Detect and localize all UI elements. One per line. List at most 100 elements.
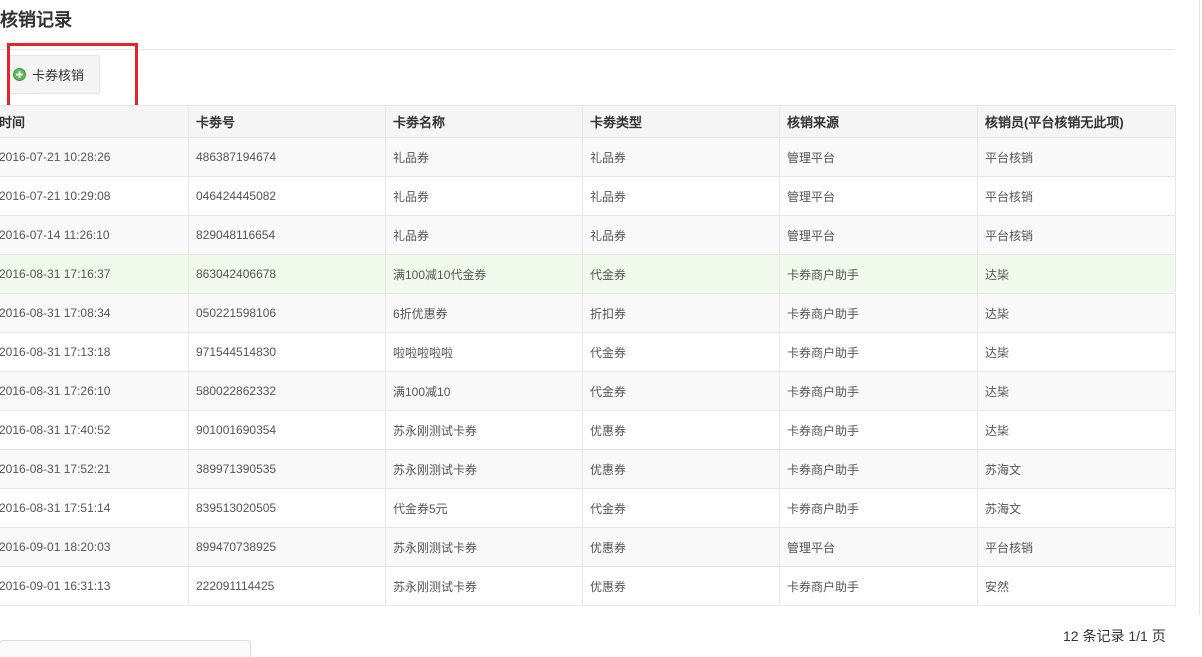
- cell-card-no: 829048116654: [188, 215, 386, 255]
- cell-source: 卡券商户助手: [779, 332, 978, 372]
- table-row[interactable]: 2016-08-31 17:08:34 050221598106 6折优惠券 折扣券卡…: [0, 293, 1176, 333]
- cell-card-name: 苏永刚测试卡券: [385, 410, 583, 450]
- cell-card-type: 代金券: [582, 371, 780, 411]
- cell-card-type: 礼品券: [582, 137, 780, 177]
- cell-source: 管理平台: [779, 137, 978, 177]
- cell-card-type: 礼品券: [582, 215, 780, 255]
- cell-card-name: 代金券5元: [385, 488, 583, 528]
- cell-operator: 苏海文: [977, 488, 1176, 528]
- table-row[interactable]: 2016-09-01 18:20:03 899470738925 苏永刚测试卡券 优惠…: [0, 527, 1176, 567]
- column-header-card-type[interactable]: 卡劵类型: [582, 105, 780, 138]
- cell-card-no: 389971390535: [188, 449, 386, 489]
- column-header-source[interactable]: 核销来源: [779, 105, 978, 138]
- cell-card-type: 代金券: [582, 488, 780, 528]
- table-row[interactable]: 2016-08-31 17:51:14 839513020505 代金券5元 代金券卡…: [0, 488, 1176, 528]
- cell-time: 2016-08-31 17:51:14: [0, 488, 189, 528]
- cell-operator: 平台核销: [977, 137, 1176, 177]
- cell-card-no: 222091114425: [188, 566, 386, 606]
- pagination-summary: 12 条记录 1/1 页: [1063, 628, 1166, 644]
- cell-time: 2016-08-31 17:52:21: [0, 449, 189, 489]
- table-row[interactable]: 2016-07-21 10:28:26 486387194674 礼品券 礼品券 管理平…: [0, 137, 1176, 177]
- table-row[interactable]: 2016-08-31 17:40:52 901001690354 苏永刚测试卡券 优惠…: [0, 410, 1176, 450]
- cell-time: 2016-08-31 17:16:37: [0, 254, 189, 294]
- cell-operator: 达枈: [977, 410, 1176, 450]
- table-row[interactable]: 2016-08-31 17:16:37 863042406678 满100减10代金…: [0, 254, 1176, 294]
- cell-time: 2016-09-01 18:20:03: [0, 527, 189, 567]
- cell-card-name: 满100减10: [385, 371, 583, 411]
- column-header-operator[interactable]: 核销员(平台核销无此项): [977, 105, 1176, 138]
- cell-time: 2016-07-21 10:29:08: [0, 176, 189, 216]
- cell-card-no: 050221598106: [188, 293, 386, 333]
- cell-operator: 苏海文: [977, 449, 1176, 489]
- cell-card-name: 苏永刚测试卡券: [385, 566, 583, 606]
- cell-card-name: 啦啦啦啦啦: [385, 332, 583, 372]
- cell-card-type: 代金券: [582, 254, 780, 294]
- column-header-card-no[interactable]: 卡劵号: [188, 105, 386, 138]
- cell-card-type: 礼品券: [582, 176, 780, 216]
- cell-card-name: 礼品券: [385, 215, 583, 255]
- table-row[interactable]: 2016-09-01 16:31:13 222091114425 苏永刚测试卡券 优惠…: [0, 566, 1176, 606]
- column-header-card-name[interactable]: 卡劵名称: [385, 105, 583, 138]
- cell-card-no: 580022862332: [188, 371, 386, 411]
- table-row[interactable]: 2016-08-31 17:13:18 971544514830 啦啦啦啦啦 代金券卡…: [0, 332, 1176, 372]
- plus-circle-icon: [13, 68, 26, 81]
- right-edge-divider: [1199, 0, 1200, 615]
- card-verify-button-label: 卡券核销: [32, 68, 85, 83]
- cell-card-no: 971544514830: [188, 332, 386, 372]
- cell-time: 2016-07-21 10:28:26: [0, 137, 189, 177]
- table-row[interactable]: 2016-07-21 10:29:08 046424445082 礼品券 礼品券 管理平…: [0, 176, 1176, 216]
- column-header-time[interactable]: 时间: [0, 105, 189, 138]
- cell-operator: 安然: [977, 566, 1176, 606]
- cell-operator: 平台核销: [977, 215, 1176, 255]
- cell-operator: 达枈: [977, 254, 1176, 294]
- card-verify-button[interactable]: 卡券核销: [8, 55, 100, 94]
- cell-card-type: 折扣券: [582, 293, 780, 333]
- cell-card-no: 486387194674: [188, 137, 386, 177]
- cell-card-name: 苏永刚测试卡券: [385, 527, 583, 567]
- cell-time: 2016-08-31 17:26:10: [0, 371, 189, 411]
- cell-time: 2016-08-31 17:13:18: [0, 332, 189, 372]
- table-row[interactable]: 2016-07-14 11:26:10 829048116654 礼品券 礼品券 管理平…: [0, 215, 1176, 255]
- table-header: 时间 卡劵号 卡劵名称 卡劵类型 核销来源 核销员(平台核销无此项): [0, 105, 1176, 138]
- cell-source: 管理平台: [779, 215, 978, 255]
- table-row[interactable]: 2016-08-31 17:26:10 580022862332 满100减10 代金…: [0, 371, 1176, 411]
- cell-card-type: 优惠券: [582, 566, 780, 606]
- cell-operator: 达枈: [977, 293, 1176, 333]
- cell-card-no: 863042406678: [188, 254, 386, 294]
- table-body: 2016-07-21 10:28:26 486387194674 礼品券 礼品券 管理平…: [0, 137, 1176, 606]
- cell-source: 卡券商户助手: [779, 410, 978, 450]
- cell-card-type: 优惠券: [582, 527, 780, 567]
- cell-card-no: 901001690354: [188, 410, 386, 450]
- table-row[interactable]: 2016-08-31 17:52:21 389971390535 苏永刚测试卡券 优惠…: [0, 449, 1176, 489]
- cell-card-name: 礼品券: [385, 137, 583, 177]
- cell-operator: 达枈: [977, 371, 1176, 411]
- page-title: 核销记录: [0, 10, 72, 30]
- table-header-row: 时间 卡劵号 卡劵名称 卡劵类型 核销来源 核销员(平台核销无此项): [0, 105, 1176, 138]
- cell-card-no: 839513020505: [188, 488, 386, 528]
- cell-time: 2016-09-01 16:31:13: [0, 566, 189, 606]
- cell-time: 2016-08-31 17:08:34: [0, 293, 189, 333]
- cell-source: 管理平台: [779, 527, 978, 567]
- cell-card-name: 苏永刚测试卡券: [385, 449, 583, 489]
- cell-operator: 达枈: [977, 332, 1176, 372]
- cell-source: 卡券商户助手: [779, 254, 978, 294]
- cell-time: 2016-08-31 17:40:52: [0, 410, 189, 450]
- cell-source: 卡券商户助手: [779, 371, 978, 411]
- cell-card-type: 代金券: [582, 332, 780, 372]
- cell-card-type: 优惠券: [582, 410, 780, 450]
- cell-card-no: 046424445082: [188, 176, 386, 216]
- cell-source: 卡券商户助手: [779, 449, 978, 489]
- cell-card-no: 899470738925: [188, 527, 386, 567]
- cell-card-name: 满100减10代金券: [385, 254, 583, 294]
- cell-source: 卡券商户助手: [779, 488, 978, 528]
- cell-source: 卡券商户助手: [779, 566, 978, 606]
- cell-card-type: 优惠券: [582, 449, 780, 489]
- cell-time: 2016-07-14 11:26:10: [0, 215, 189, 255]
- cell-card-name: 礼品券: [385, 176, 583, 216]
- cell-card-name: 6折优惠券: [385, 293, 583, 333]
- cell-operator: 平台核销: [977, 176, 1176, 216]
- bottom-panel: [0, 640, 251, 657]
- cell-source: 卡券商户助手: [779, 293, 978, 333]
- cell-source: 管理平台: [779, 176, 978, 216]
- cell-operator: 平台核销: [977, 527, 1176, 567]
